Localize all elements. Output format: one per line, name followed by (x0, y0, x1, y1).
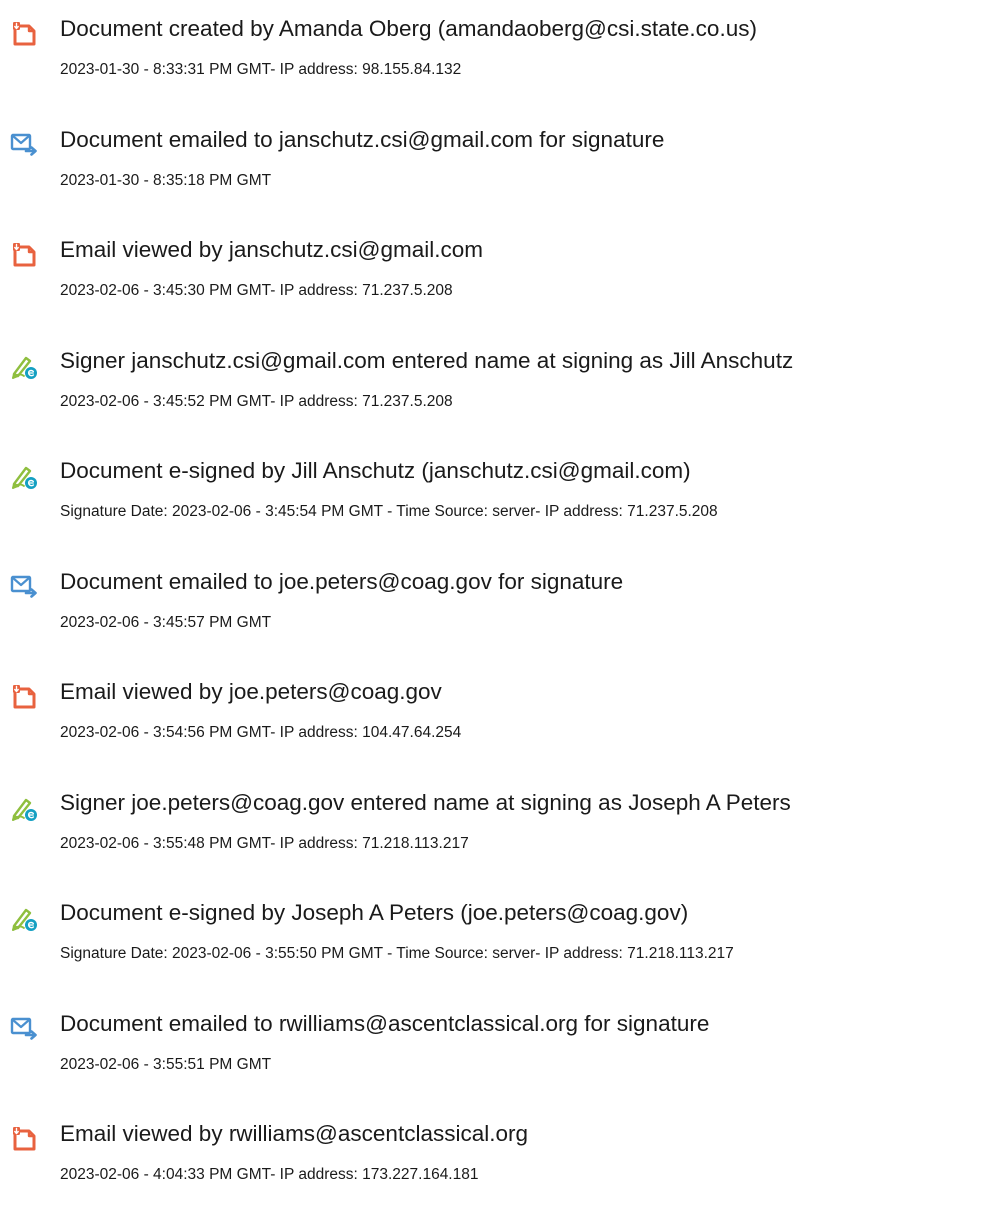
event-title: Signer janschutz.csi@gmail.com entered n… (60, 347, 794, 373)
audit-event: Document created by Amanda Oberg (amanda… (0, 0, 989, 100)
audit-event: Document emailed to rwilliams@ascentclas… (0, 995, 989, 1095)
event-detail: 2023-02-06 - 3:45:57 PM GMT (60, 613, 272, 631)
event-detail: Signature Date: 2023-02-06 - 3:45:54 PM … (60, 503, 718, 520)
audit-event: Email viewed by rwilliams@ascentclassica… (0, 1105, 989, 1205)
event-title: Document e-signed by Joseph A Peters (jo… (60, 900, 689, 925)
email-sent-icon (10, 573, 38, 601)
document-created-icon (10, 20, 38, 48)
event-title: Document emailed to janschutz.csi@gmail.… (60, 126, 665, 152)
event-title: Email viewed by rwilliams@ascentclassica… (60, 1121, 528, 1146)
audit-event: Signer joe.peters@coag.gov entered name … (0, 774, 989, 874)
event-detail: 2023-02-06 - 3:55:51 PM GMT (60, 1055, 272, 1073)
event-detail: 2023-01-30 - 8:35:18 PM GMT (60, 171, 272, 189)
email-sent-icon (10, 131, 38, 159)
audit-event: Signer janschutz.csi@gmail.com entered n… (0, 332, 989, 432)
e-sign-pen-icon (10, 462, 38, 490)
email-viewed-icon (10, 1125, 38, 1153)
event-title: Document emailed to joe.peters@coag.gov … (60, 568, 624, 594)
event-title: Document e-signed by Jill Anschutz (jans… (60, 458, 691, 483)
audit-event: Document e-signed by Joseph A Peters (jo… (0, 884, 989, 984)
event-title: Document emailed to rwilliams@ascentclas… (60, 1010, 710, 1036)
audit-event: Document emailed to janschutz.csi@gmail.… (0, 111, 989, 211)
event-title: Email viewed by joe.peters@coag.gov (60, 679, 442, 704)
event-detail: 2023-02-06 - 3:55:48 PM GMT- IP address:… (60, 834, 469, 852)
email-viewed-icon (10, 241, 38, 269)
e-sign-pen-icon (10, 794, 38, 822)
event-detail: 2023-02-06 - 4:04:33 PM GMT- IP address:… (60, 1166, 479, 1183)
event-detail: 2023-02-06 - 3:54:56 PM GMT- IP address:… (60, 724, 462, 741)
audit-event: Email viewed by joe.peters@coag.gov 2023-… (0, 663, 989, 763)
audit-event: Document e-signed by Jill Anschutz (jans… (0, 442, 989, 542)
event-detail: Signature Date: 2023-02-06 - 3:55:50 PM … (60, 945, 734, 962)
event-detail: 2023-02-06 - 3:45:30 PM GMT- IP address:… (60, 282, 453, 299)
email-viewed-icon (10, 683, 38, 711)
event-detail: 2023-02-06 - 3:45:52 PM GMT- IP address:… (60, 392, 453, 410)
audit-event: Email viewed by janschutz.csi@gmail.com 2… (0, 221, 989, 321)
audit-event: Document emailed to joe.peters@coag.gov … (0, 553, 989, 653)
event-title: Document created by Amanda Oberg (amanda… (60, 16, 757, 41)
event-title: Signer joe.peters@coag.gov entered name … (60, 789, 791, 815)
event-detail: 2023-01-30 - 8:33:31 PM GMT- IP address:… (60, 61, 462, 78)
email-sent-icon (10, 1015, 38, 1043)
e-sign-pen-icon (10, 904, 38, 932)
e-sign-pen-icon (10, 352, 38, 380)
event-title: Email viewed by janschutz.csi@gmail.com (60, 237, 483, 262)
